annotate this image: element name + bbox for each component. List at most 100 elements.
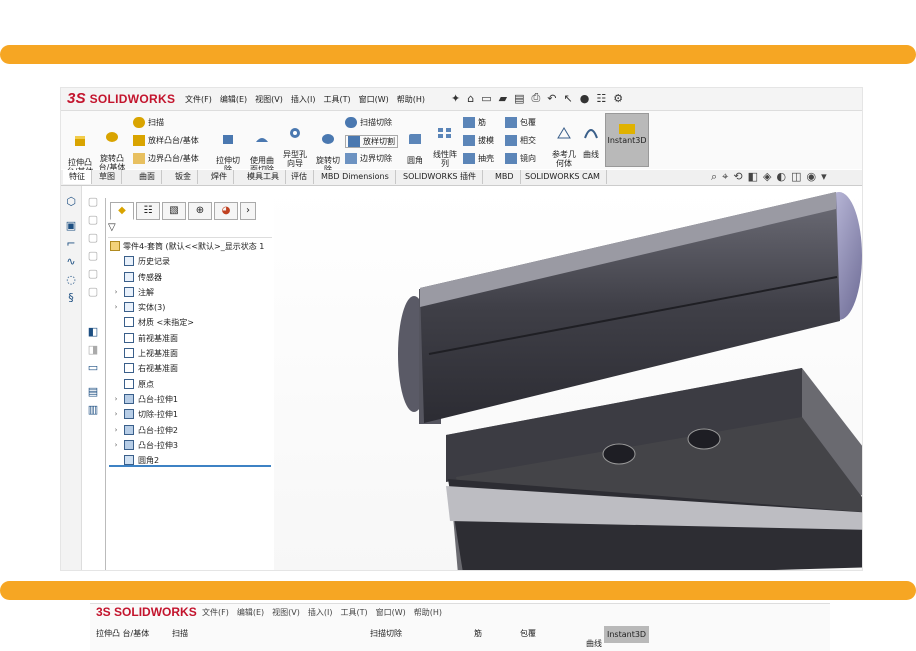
command-tab[interactable]: 评估 xyxy=(285,170,314,184)
sweep-button[interactable]: 扫描 xyxy=(133,117,164,128)
pin-icon[interactable]: ✦ xyxy=(451,92,460,105)
mirror-button[interactable]: 镜向 xyxy=(505,153,536,164)
screen-capture-icon[interactable]: ▭ xyxy=(87,362,99,374)
revolve-cut-button[interactable]: 旋转切 除 xyxy=(313,123,343,174)
save-icon[interactable]: ▤ xyxy=(514,92,524,105)
delete-face-icon[interactable]: ◨ xyxy=(87,344,99,356)
surface-cut-button[interactable]: 使用曲 面切除 xyxy=(246,123,278,174)
check-icon[interactable]: ▢ xyxy=(87,286,99,298)
tree-item[interactable]: 前视基准面 xyxy=(108,331,274,346)
stack-icon[interactable]: ▤ xyxy=(87,386,99,398)
spring-icon[interactable]: § xyxy=(65,292,77,304)
fillet-button[interactable]: 圆角 xyxy=(403,123,427,165)
wrap-button[interactable]: 包覆 xyxy=(505,117,536,128)
section-view-icon[interactable]: ◧ xyxy=(748,170,758,184)
expand-arrow-icon[interactable]: › xyxy=(112,300,120,315)
extrude-boss-button[interactable]: 拉伸凸 台/基体 xyxy=(65,125,95,176)
command-tab[interactable]: SOLIDWORKS 插件 xyxy=(397,170,483,184)
menu-item[interactable]: 工具(T) xyxy=(323,94,350,105)
property-manager-tab[interactable]: ☷ xyxy=(136,202,160,220)
home-icon[interactable]: ⌂ xyxy=(467,92,474,105)
command-tab[interactable]: 草图 xyxy=(93,170,122,184)
revolve-boss-button[interactable]: 旋转凸 台/基体 xyxy=(97,121,127,172)
move-face-icon[interactable]: ◧ xyxy=(87,326,99,338)
display-manager-tab[interactable]: ◕ xyxy=(214,202,238,220)
tree-item[interactable]: 上视基准面 xyxy=(108,346,274,361)
command-tab[interactable]: MBD Dimensions xyxy=(315,170,396,184)
file-properties-icon[interactable]: ☷ xyxy=(596,92,606,105)
reference-geometry-button[interactable]: 参考几 何体 xyxy=(550,117,578,168)
tree-item[interactable]: › 注解 xyxy=(108,285,274,300)
tree-item[interactable]: › 切除-拉伸1 xyxy=(108,407,274,422)
draft-button[interactable]: 拔模 xyxy=(463,135,494,146)
boundary-cut-button[interactable]: 边界切除 xyxy=(345,153,392,164)
expand-arrow-icon[interactable]: › xyxy=(112,407,120,422)
loft-boss-button[interactable]: 放样凸台/基体 xyxy=(133,135,199,146)
paste-icon[interactable]: ▢ xyxy=(87,232,99,244)
measure-icon[interactable]: ▢ xyxy=(87,250,99,262)
undo-icon[interactable]: ↶ xyxy=(547,92,556,105)
instant3d-button[interactable]: Instant3D xyxy=(605,113,649,167)
command-tab[interactable]: SOLIDWORKS CAM xyxy=(519,170,607,184)
traffic-light-icon[interactable]: ● xyxy=(580,92,590,105)
tree-root[interactable]: 零件4-套筒 (默认<<默认>_显示状态 1 xyxy=(108,239,274,254)
menu-item[interactable]: 编辑(E) xyxy=(220,94,247,105)
zoom-to-fit-icon[interactable]: ⌕ xyxy=(711,170,717,184)
expand-arrow-icon[interactable]: › xyxy=(112,438,120,453)
view-settings-icon[interactable]: ▾ xyxy=(821,170,827,184)
open-icon[interactable]: ▰ xyxy=(499,92,507,105)
view-orientation-icon[interactable]: ◈ xyxy=(763,170,771,184)
tree-item[interactable]: › 凸台-拉伸2 xyxy=(108,423,274,438)
configuration-manager-tab[interactable]: ▧ xyxy=(162,202,186,220)
hole-wizard-button[interactable]: 异型孔 向导 xyxy=(279,117,311,168)
command-tab[interactable]: 特征 xyxy=(63,170,92,184)
boundary-boss-button[interactable]: 边界凸台/基体 xyxy=(133,153,199,164)
command-tab[interactable]: 焊件 xyxy=(205,170,234,184)
tree-item[interactable]: 材质 <未指定> xyxy=(108,315,274,330)
menu-item[interactable]: 文件(F) xyxy=(185,94,212,105)
expand-arrow-icon[interactable]: › xyxy=(112,392,120,407)
print-icon[interactable]: ⎙ xyxy=(531,91,540,105)
previous-view-icon[interactable]: ⟲ xyxy=(733,170,742,184)
tree-item[interactable]: › 凸台-拉伸1 xyxy=(108,392,274,407)
edit-appearance-icon[interactable]: ◉ xyxy=(806,170,816,184)
smart-dimension-icon[interactable]: ◌ xyxy=(65,274,77,286)
mass-properties-icon[interactable]: ▢ xyxy=(87,268,99,280)
stack2-icon[interactable]: ▥ xyxy=(87,404,99,416)
curves-button[interactable]: 曲线 xyxy=(579,117,603,159)
tree-item[interactable]: 传感器 xyxy=(108,270,274,285)
tree-item[interactable]: › 凸台-拉伸3 xyxy=(108,438,274,453)
command-tab[interactable]: 曲面 xyxy=(133,170,162,184)
swept-cut-button[interactable]: 扫描切除 xyxy=(345,117,392,128)
tree-item[interactable]: › 实体(3) xyxy=(108,300,274,315)
dimxpert-tab[interactable]: ⊕ xyxy=(188,202,212,220)
layer-icon[interactable]: ▢ xyxy=(87,196,99,208)
command-tab[interactable]: 钣金 xyxy=(169,170,198,184)
command-tab[interactable]: 模具工具 xyxy=(241,170,286,184)
shell-button[interactable]: 抽壳 xyxy=(463,153,494,164)
zoom-area-icon[interactable]: ⌖ xyxy=(722,170,728,184)
command-tab[interactable]: MBD xyxy=(489,170,521,184)
menu-item[interactable]: 窗口(W) xyxy=(359,94,389,105)
lofted-cut-button[interactable]: 放样切割 xyxy=(345,135,398,148)
hide-show-icon[interactable]: ◫ xyxy=(791,170,801,184)
part-icon[interactable]: ⬡ xyxy=(65,196,77,208)
rollback-bar[interactable] xyxy=(109,465,271,467)
menu-item[interactable]: 视图(V) xyxy=(255,94,283,105)
tree-filter[interactable]: ▽ xyxy=(108,222,272,238)
rib-button[interactable]: 筋 xyxy=(463,117,486,128)
copy-icon[interactable]: ▢ xyxy=(87,214,99,226)
feature-manager-tab[interactable]: ◆ xyxy=(110,202,134,220)
menu-item[interactable]: 插入(I) xyxy=(291,94,316,105)
menu-item[interactable]: 帮助(H) xyxy=(397,94,425,105)
expand-arrow-icon[interactable]: › xyxy=(112,285,120,300)
tree-item[interactable]: 历史记录 xyxy=(108,254,274,269)
linear-pattern-button[interactable]: 线性阵 列 xyxy=(429,117,461,168)
display-style-icon[interactable]: ◐ xyxy=(776,170,786,184)
tree-item[interactable]: 原点 xyxy=(108,377,274,392)
select-icon[interactable]: ↖ xyxy=(564,92,573,105)
spline-icon[interactable]: ∿ xyxy=(65,256,77,268)
sketch-icon[interactable]: ⌐ xyxy=(65,238,77,250)
new-document-icon[interactable]: ▭ xyxy=(481,92,491,105)
tabs-scroll-button[interactable]: › xyxy=(240,202,256,220)
